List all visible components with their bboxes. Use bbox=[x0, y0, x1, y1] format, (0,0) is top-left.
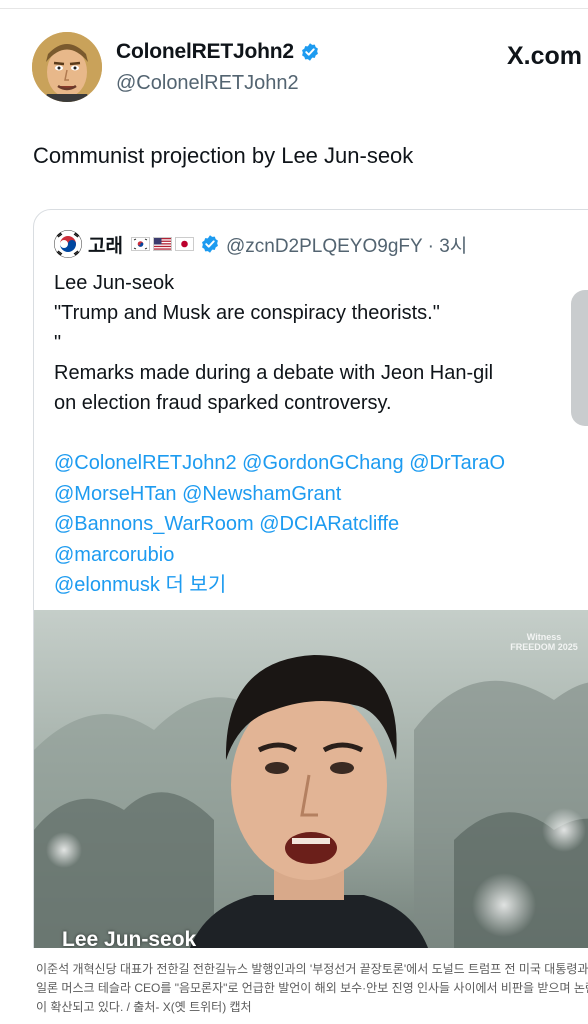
us-flag-icon bbox=[152, 237, 172, 251]
quoted-handle-time[interactable]: @zcnD2PLQEYO9gFY · 3시 bbox=[226, 231, 467, 258]
tweet-text: Communist projection by Lee Jun-seok bbox=[33, 143, 414, 168]
quoted-author-name[interactable]: 고래 bbox=[88, 231, 123, 258]
author-avatar[interactable] bbox=[32, 32, 102, 102]
side-scroll-handle[interactable] bbox=[571, 290, 588, 426]
quoted-line: "Trump and Musk are conspiracy theorists… bbox=[54, 302, 440, 324]
quoted-line: on election fraud sparked controversy. bbox=[54, 392, 392, 414]
media-watermark: Witness FREEDOM 2025 bbox=[510, 632, 578, 652]
author-handle[interactable]: @ColonelRETJohn2 bbox=[116, 72, 299, 95]
caption-line: 이 확산되고 있다. / 출처- X(옛 트위터) 캡처 bbox=[36, 1000, 252, 1014]
caption-line: 이준석 개혁신당 대표가 전한길 전한길뉴스 발행인과의 '부정선거 끝장토론'… bbox=[36, 962, 588, 976]
mention-line[interactable]: @ColonelRETJohn2 @GordonGChang @DrTaraO bbox=[54, 448, 505, 479]
quoted-tweet-card[interactable]: 고래 @zcnD2PLQEYO9gFY · 3시 Lee Jun-seok "T… bbox=[33, 209, 588, 971]
cartoon-face-icon bbox=[32, 32, 102, 102]
mention-elonmusk[interactable]: @elonmusk bbox=[54, 574, 160, 596]
media-photo bbox=[34, 610, 588, 970]
x-logo: X.com bbox=[507, 42, 582, 71]
caption-line: 일론 머스크 테슬라 CEO를 "음모론자"로 언급한 발언이 해외 보수·안보… bbox=[36, 981, 588, 995]
jp-flag-icon bbox=[174, 237, 194, 251]
verified-badge-icon bbox=[301, 43, 318, 61]
quoted-author-avatar[interactable] bbox=[54, 230, 82, 258]
x-site-label: X.com bbox=[506, 42, 582, 70]
show-more-link[interactable]: 더 보기 bbox=[160, 574, 226, 596]
mention-list: @ColonelRETJohn2 @GordonGChang @DrTaraO … bbox=[54, 448, 505, 601]
taegeuk-avatar-icon bbox=[54, 230, 82, 258]
author-display-name[interactable]: ColonelRETJohn2 bbox=[116, 40, 294, 64]
quoted-media-image[interactable]: Witness FREEDOM 2025 Lee Jun-seok bbox=[34, 610, 588, 970]
mention-line[interactable]: @marcorubio bbox=[54, 540, 505, 571]
quoted-tweet-header: 고래 @zcnD2PLQEYO9gFY · 3시 bbox=[54, 230, 467, 258]
kr-flag-icon bbox=[130, 237, 150, 251]
mention-line[interactable]: @Bannons_WarRoom @DCIARatcliffe bbox=[54, 509, 505, 540]
author-name-row[interactable]: ColonelRETJohn2 bbox=[116, 40, 320, 64]
quoted-verified-badge-icon bbox=[202, 235, 218, 253]
screenshot-page: ColonelRETJohn2 @ColonelRETJohn2 X.com C… bbox=[0, 0, 588, 1024]
quoted-line: " bbox=[54, 332, 62, 354]
quoted-line: Remarks made during a debate with Jeon H… bbox=[54, 362, 494, 384]
quoted-tweet-body: Lee Jun-seok "Trump and Musk are conspir… bbox=[54, 268, 588, 418]
mention-line-last: @elonmusk 더 보기 bbox=[54, 570, 505, 601]
mention-line[interactable]: @MorseHTan @NewshamGrant bbox=[54, 479, 505, 510]
flag-emojis bbox=[130, 237, 194, 251]
news-photo-caption: 이준석 개혁신당 대표가 전한길 전한길뉴스 발행인과의 '부정선거 끝장토론'… bbox=[0, 948, 588, 1024]
top-divider bbox=[0, 0, 588, 9]
quoted-line: Lee Jun-seok bbox=[54, 272, 175, 294]
